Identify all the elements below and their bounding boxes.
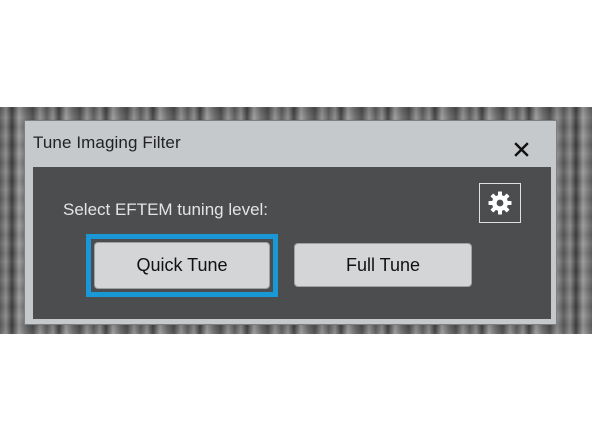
close-icon — [514, 142, 529, 157]
tuning-panel: Select EFTEM tuning level: Quick Tune Fu… — [33, 167, 551, 319]
gear-icon — [488, 191, 512, 215]
settings-button[interactable] — [479, 183, 521, 223]
dialog-title: Tune Imaging Filter — [33, 133, 181, 152]
quick-tune-button[interactable]: Quick Tune — [94, 242, 270, 289]
tuning-level-prompt: Select EFTEM tuning level: — [63, 200, 269, 219]
close-button[interactable] — [510, 138, 534, 162]
tune-imaging-filter-dialog: Tune Imaging Filter Select EFTEM tuning … — [24, 120, 557, 325]
full-tune-button[interactable]: Full Tune — [294, 243, 472, 287]
